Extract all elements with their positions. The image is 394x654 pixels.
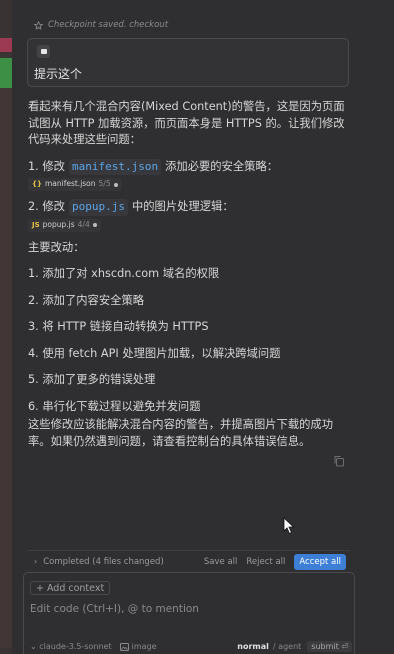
model-selector[interactable]: ⌄ claude-3.5-sonnet [30,642,112,651]
model-name: claude-3.5-sonnet [39,642,112,651]
file-reference[interactable]: manifest.json [68,158,162,175]
composer: + Add context Edit code (Ctrl+I), @ to m… [23,572,355,654]
js-file-icon: JS [32,220,40,229]
submit-label: submit [311,642,339,651]
assistant-message: 看起来有几个混合内容(Mixed Content)的警告，这是因为页面试图从 H… [28,99,348,450]
plus-icon: + [36,582,44,594]
rail-marker-green [0,58,12,88]
cursor-icon [283,517,295,535]
file-chip-name: manifest.json [44,179,96,189]
changes-heading: 主要改动： [28,240,85,254]
step-prefix: 1. 修改 [28,159,65,173]
mode-normal[interactable]: normal [237,642,269,651]
accept-all-button[interactable]: Accept all [294,553,346,570]
conclusion-paragraph: 这些修改应该能解决混合内容的警告，并提高图片下载的成功率。如果仍然遇到问题，请查… [28,418,334,448]
step-suffix: 中的图片处理逻辑： [131,200,234,213]
file-chip-name: popup.js [42,219,75,229]
star-icon [34,20,43,30]
json-file-icon: {} [32,180,42,189]
step-prefix: 2. 修改 [28,200,65,213]
change-item: 2. 添加了内容安全策略 [28,293,145,307]
rail-marker-red [0,38,12,52]
reject-all-button[interactable]: Reject all [246,557,285,567]
image-button[interactable]: image [119,642,157,651]
step-2: 2. 修改 popup.js 中的图片处理逻辑： [28,199,348,216]
image-icon [119,642,129,651]
save-all-button[interactable]: Save all [204,557,238,567]
status-dot-icon [113,182,118,187]
chevron-right-icon[interactable]: › [34,557,37,566]
user-message-text: 提示这个 [34,67,83,81]
submit-button[interactable]: submit ⏎ [307,641,352,652]
checkpoint-text: Checkpoint saved. checkout [48,20,169,30]
completed-bar: › Completed (4 files changed) Save all R… [28,550,350,572]
change-item: 5. 添加了更多的错误处理 [28,373,156,386]
change-item: 4. 使用 fetch API 处理图片加载，以解决跨域问题 [28,346,281,360]
composer-input[interactable]: Edit code (Ctrl+I), @ to mention [30,603,199,615]
left-rail [0,0,12,654]
step-1: 1. 修改 manifest.json 添加必要的安全策略： [28,158,348,175]
mode-agent[interactable]: / agent [273,642,301,651]
change-item: 6. 串行化下载过程以避免并发问题 [28,399,201,413]
change-item: 3. 将 HTTP 链接自动转换为 HTTPS [28,320,209,333]
file-chip-manifest[interactable]: {} manifest.json 5/5 [28,178,122,191]
step-suffix: 添加必要的安全策略： [165,159,279,173]
file-reference[interactable]: popup.js [68,199,128,216]
add-context-button[interactable]: + Add context [30,581,111,595]
context-chip-icon [37,45,50,58]
file-chip-count: 5/5 [98,179,111,189]
rail-background [0,88,12,648]
composer-footer: ⌄ claude-3.5-sonnet image normal / agent… [30,641,352,652]
checkpoint-link[interactable]: Checkpoint saved. checkout [34,20,168,30]
user-message[interactable]: 提示这个 [27,38,349,87]
file-chip-popup[interactable]: JS popup.js 4/4 [28,218,101,232]
file-chip-count: 4/4 [77,219,90,229]
change-item: 1. 添加了对 xhscdn.com 域名的权限 [28,267,220,280]
mode-agent-label: agent [278,642,302,651]
intro-paragraph: 看起来有几个混合内容(Mixed Content)的警告，这是因为页面试图从 H… [28,100,345,146]
image-label: image [131,642,157,651]
add-context-label: Add context [46,582,105,594]
status-dot-icon [92,223,97,227]
copy-icon[interactable] [333,455,345,467]
completed-label[interactable]: Completed (4 files changed) [43,557,204,567]
